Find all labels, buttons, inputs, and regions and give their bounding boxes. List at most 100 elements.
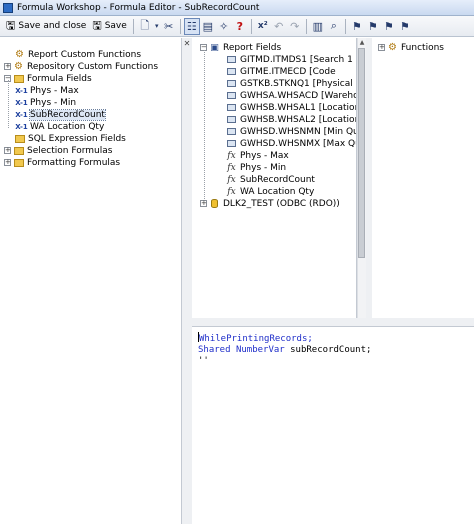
formula-field-item[interactable]: fx WA Location Qty	[226, 186, 314, 197]
folder-icon-wrap	[14, 134, 25, 144]
expand-icon[interactable]: +	[200, 200, 207, 207]
tree-item-datasource[interactable]: + DLK2_TEST (ODBC (RDO))	[200, 198, 340, 209]
formula-text[interactable]: WhilePrintingRecords; Shared NumberVar s…	[198, 332, 371, 367]
field-label: Phys - Max	[240, 150, 289, 161]
bookmark-clear-icon[interactable]: ⚑	[397, 18, 413, 35]
toolbar-separator	[250, 18, 252, 34]
report-fields-tree[interactable]: − ▣ Report Fields GITMD.ITMDS1 [Search 1…	[192, 38, 357, 318]
field-label: GITME.ITMECD [Code	[240, 66, 336, 77]
check-formula-icon[interactable]: x²	[255, 18, 271, 35]
tree-item-repository-custom-functions[interactable]: + ⚙ Repository Custom Functions	[4, 61, 158, 72]
field-item[interactable]: GITMD.ITMDS1 [Search 1	[226, 54, 353, 65]
field-item[interactable]: GITME.ITMECD [Code	[226, 66, 336, 77]
field-label: GITMD.ITMDS1 [Search 1	[240, 54, 353, 65]
tree-item-phys-min[interactable]: X-1 Phys - Min	[15, 97, 76, 108]
formula-field-item[interactable]: fx Phys - Max	[226, 150, 289, 161]
formula-field-item[interactable]: fx SubRecordCount	[226, 174, 315, 185]
dropdown-arrow-icon[interactable]: ▾	[153, 18, 161, 35]
field-icon-wrap	[226, 127, 237, 137]
field-label: GWHSB.WHSAL2 [Location 2	[240, 114, 357, 125]
save-icon: 🖫	[6, 18, 16, 32]
functions-tree[interactable]: + ⚙ Functions	[372, 38, 474, 318]
field-item[interactable]: GWHSB.WHSAL1 [Location 1	[226, 102, 356, 113]
field-icon-wrap	[226, 115, 237, 125]
bookmark-prev-icon[interactable]: ⚑	[381, 18, 397, 35]
tree-item-report-fields[interactable]: − ▣ Report Fields	[200, 42, 281, 53]
workshop-tree[interactable]: ⚙ Report Custom Functions + ⚙ Repository…	[0, 38, 182, 524]
field-item[interactable]: GWHSD.WHSNMN [Min Quantit	[226, 126, 356, 137]
field-icon-wrap	[226, 103, 237, 113]
field-item[interactable]: GWHSB.WHSAL2 [Location 2	[226, 114, 357, 125]
close-tree-icon[interactable]: ✕	[183, 40, 191, 48]
title-bar: Formula Workshop - Formula Editor - SubR…	[0, 0, 474, 16]
toolbar-separator	[132, 18, 134, 34]
field-item[interactable]: GWHSD.WHSNMX [Max Quanti	[226, 138, 356, 149]
vertical-splitter[interactable]: ✕	[182, 38, 192, 524]
tree-item-functions[interactable]: + ⚙ Functions	[378, 42, 444, 53]
field-icon	[227, 56, 236, 63]
tree-item-label: Formatting Formulas	[27, 157, 121, 168]
properties-icon[interactable]: ▤	[200, 18, 216, 35]
fields-scrollbar[interactable]: ▲	[357, 38, 366, 318]
tree-item-sql-expression-fields[interactable]: SQL Expression Fields	[14, 133, 126, 144]
help-icon[interactable]: ?	[232, 18, 248, 35]
field-item[interactable]: GWHSA.WHSACD [Warehouse	[226, 90, 356, 101]
field-label: GWHSD.WHSNMN [Min Quantit	[240, 126, 356, 137]
tree-connector	[204, 50, 205, 199]
field-icon	[227, 104, 236, 111]
tree-item-wa-location-qty[interactable]: X-1 WA Location Qty	[15, 121, 105, 132]
new-icon[interactable]: 🗋	[137, 18, 153, 35]
formula-icon: X-1	[15, 110, 28, 119]
report-fields-icon: ▣	[210, 42, 219, 53]
scroll-thumb[interactable]	[358, 48, 365, 258]
tree-item-formatting-formulas[interactable]: + Formatting Formulas	[4, 157, 120, 168]
save-and-close-button[interactable]: 🖫 Save and close	[3, 18, 89, 35]
save-button[interactable]: 🖫 Save	[89, 18, 129, 35]
tree-item-label: Report Custom Functions	[28, 49, 142, 60]
tree-item-label: WA Location Qty	[30, 121, 105, 132]
find-icon[interactable]: ⌕	[326, 18, 342, 35]
browse-data-icon[interactable]: ▥	[310, 18, 326, 35]
code-line-2-rest: subRecordCount;	[284, 345, 372, 355]
undo-icon[interactable]: ↶	[271, 18, 287, 35]
tree-item-label: SQL Expression Fields	[28, 133, 126, 144]
field-label: GSTKB.STKNQ1 [Physical Stock	[240, 78, 356, 89]
field-icon-wrap	[226, 91, 237, 101]
toggle-tree-icon[interactable]: ☷	[183, 17, 200, 35]
code-line-3: ''	[198, 356, 209, 366]
expand-icon[interactable]: +	[378, 44, 385, 51]
database-icon-wrap	[209, 199, 220, 209]
formula-editor[interactable]: WhilePrintingRecords; Shared NumberVar s…	[192, 326, 474, 524]
bookmark-next-icon[interactable]: ⚑	[365, 18, 381, 35]
fx-icon: fx	[227, 150, 236, 161]
bookmark-toggle-icon[interactable]: ⚑	[349, 18, 365, 35]
window-title: Formula Workshop - Formula Editor - SubR…	[17, 2, 260, 13]
field-icon	[227, 128, 236, 135]
cut-icon[interactable]: ✂	[161, 18, 177, 35]
scroll-up-icon[interactable]: ▲	[358, 38, 366, 47]
field-label: Phys - Min	[240, 162, 287, 173]
tree-item-phys-max[interactable]: X-1 Phys - Max	[15, 85, 79, 96]
toolbar: 🖫 Save and close 🖫 Save 🗋 ▾ ✂ ☷ ▤ ✧ ? x²…	[0, 16, 474, 37]
fx-icon: fx	[227, 162, 236, 173]
field-icon	[227, 68, 236, 75]
expand-icon[interactable]: +	[4, 159, 11, 166]
wizard-icon[interactable]: ✧	[216, 18, 232, 35]
expand-icon[interactable]: +	[4, 147, 11, 154]
tree-item-formula-fields[interactable]: − Formula Fields	[4, 73, 92, 84]
tree-item-label: SubRecordCount	[29, 108, 106, 121]
tree-item-label: Functions	[401, 42, 444, 53]
tree-item-report-custom-functions[interactable]: ⚙ Report Custom Functions	[14, 49, 141, 60]
redo-icon[interactable]: ↷	[287, 18, 303, 35]
tree-item-selection-formulas[interactable]: + Selection Formulas	[4, 145, 112, 156]
horizontal-splitter[interactable]	[192, 318, 474, 326]
field-item[interactable]: GSTKB.STKNQ1 [Physical Stock	[226, 78, 356, 89]
save-icon: 🖫	[92, 18, 102, 32]
fx-icon: fx	[227, 186, 236, 197]
tree-item-subrecordcount[interactable]: X-1 SubRecordCount	[15, 108, 106, 121]
field-label: GWHSD.WHSNMX [Max Quanti	[240, 138, 356, 149]
tree-item-label: Phys - Max	[30, 85, 79, 96]
formula-field-item[interactable]: fx Phys - Min	[226, 162, 286, 173]
expand-icon[interactable]: +	[4, 63, 11, 70]
gear-folder-icon: ⚙	[14, 61, 23, 72]
